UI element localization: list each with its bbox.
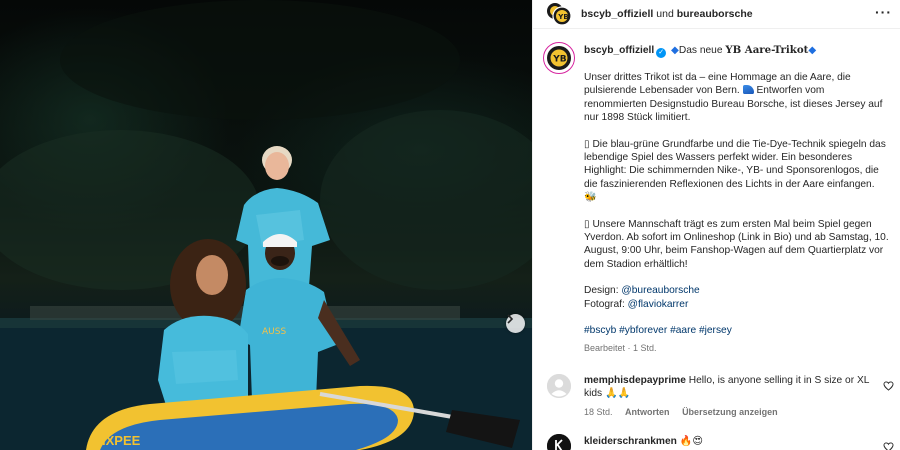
caption-credits-photo: Fotograf: @flaviokarrer (584, 298, 890, 311)
post-timestamp[interactable]: 1 Std. (633, 343, 657, 353)
heart-icon[interactable] (883, 381, 894, 391)
design-label: Design: (584, 285, 619, 297)
default-user-icon (547, 374, 571, 398)
reply-button[interactable]: Antworten (625, 407, 670, 417)
post-author-avatar[interactable]: YB (543, 42, 575, 74)
caption-paragraph-3: ▯ Unsere Mannschaft trägt es zum ersten … (584, 218, 890, 272)
photo-scene: AUSS IXPEE (0, 0, 532, 450)
placeholder-glyph-icon: ▯ (584, 138, 590, 150)
edited-label: Bearbeitet (584, 342, 626, 353)
comment-username[interactable]: memphisdepayprime (584, 375, 686, 386)
comment-username[interactable]: kleiderschrankmen (584, 436, 677, 447)
comment-avatar[interactable] (547, 374, 571, 398)
header-account-link[interactable]: bscyb_offiziell (581, 8, 653, 20)
post-sidebar: YB bscyb_offiziell und bureauborsche ···… (532, 0, 900, 450)
caption-title-prefix: Das neue (678, 45, 723, 56)
caption-paragraph-2: ▯ Die blau-grüne Grundfarbe und die Tie-… (584, 138, 890, 205)
comment-body: memphisdepayprime Hello, is anyone selli… (584, 374, 874, 401)
caption-hashtags[interactable]: #bscyb #ybforever #aare #jersey (584, 324, 890, 337)
svg-text:YB: YB (552, 55, 567, 65)
header-collaborator-link[interactable]: bureauborsche (677, 8, 753, 20)
yb-logo-icon: YB (547, 3, 572, 26)
svg-text:AUSS: AUSS (262, 327, 286, 337)
header-accounts: bscyb_offiziell und bureauborsche (581, 8, 753, 20)
caption-meta: Bearbeitet · 1 Std. (584, 342, 657, 353)
photographer-label: Fotograf: (584, 298, 625, 310)
wave-emoji-icon (742, 85, 754, 95)
caption-title-bold: YB Aare-Trikot (725, 44, 809, 56)
caption-credits-design: Design: @bureauborsche (584, 284, 890, 297)
header-conjunction: und (656, 8, 674, 20)
heart-icon[interactable] (883, 442, 894, 450)
caption-text-3: Die blau-grüne Grundfarbe und die Tie-Dy… (584, 138, 886, 190)
placeholder-glyph-icon: ▯ (584, 218, 590, 230)
comment-time[interactable]: 18 Std. (584, 407, 613, 417)
post-header: YB bscyb_offiziell und bureauborsche ··· (533, 0, 900, 29)
photographer-credit-link[interactable]: @flaviokarrer (628, 299, 689, 310)
design-credit-link[interactable]: @bureauborsche (621, 285, 699, 296)
svg-text:IXPEE: IXPEE (102, 433, 141, 448)
comment-avatar[interactable] (547, 434, 571, 450)
comment-meta: 18 Std. Antworten Übersetzung anzeigen (584, 407, 788, 417)
caption-paragraph-1: Unser drittes Trikot ist da – eine Homma… (584, 71, 890, 125)
collab-avatars[interactable]: YB (546, 2, 572, 26)
svg-text:YB: YB (557, 13, 568, 21)
yb-crest-icon: YB (547, 46, 571, 70)
k-logo-icon (547, 434, 571, 450)
translate-button[interactable]: Übersetzung anzeigen (682, 407, 778, 417)
caption-text-4: Unsere Mannschaft trägt es zum ersten Ma… (584, 218, 889, 270)
comment-text: 🔥😍 (679, 436, 704, 447)
blue-diamond-icon: ◆ (808, 45, 817, 56)
chevron-right-icon (507, 314, 514, 324)
post-caption: bscyb_offiziell ✓ ◆Das neue YB Aare-Triko… (584, 44, 890, 355)
comment-body: kleiderschrankmen 🔥😍 (584, 435, 874, 448)
caption-title-line: bscyb_offiziell ✓ ◆Das neue YB Aare-Triko… (584, 44, 890, 58)
blue-diamond-icon: ◆ (671, 45, 679, 56)
next-image-button[interactable] (506, 314, 525, 333)
caption-username[interactable]: bscyb_offiziell (584, 45, 654, 56)
post-photo: AUSS IXPEE (0, 0, 532, 450)
more-horizontal-icon[interactable]: ··· (875, 4, 892, 20)
bee-emoji-icon: 🐝 (584, 192, 597, 204)
verified-badge-icon: ✓ (656, 48, 667, 58)
